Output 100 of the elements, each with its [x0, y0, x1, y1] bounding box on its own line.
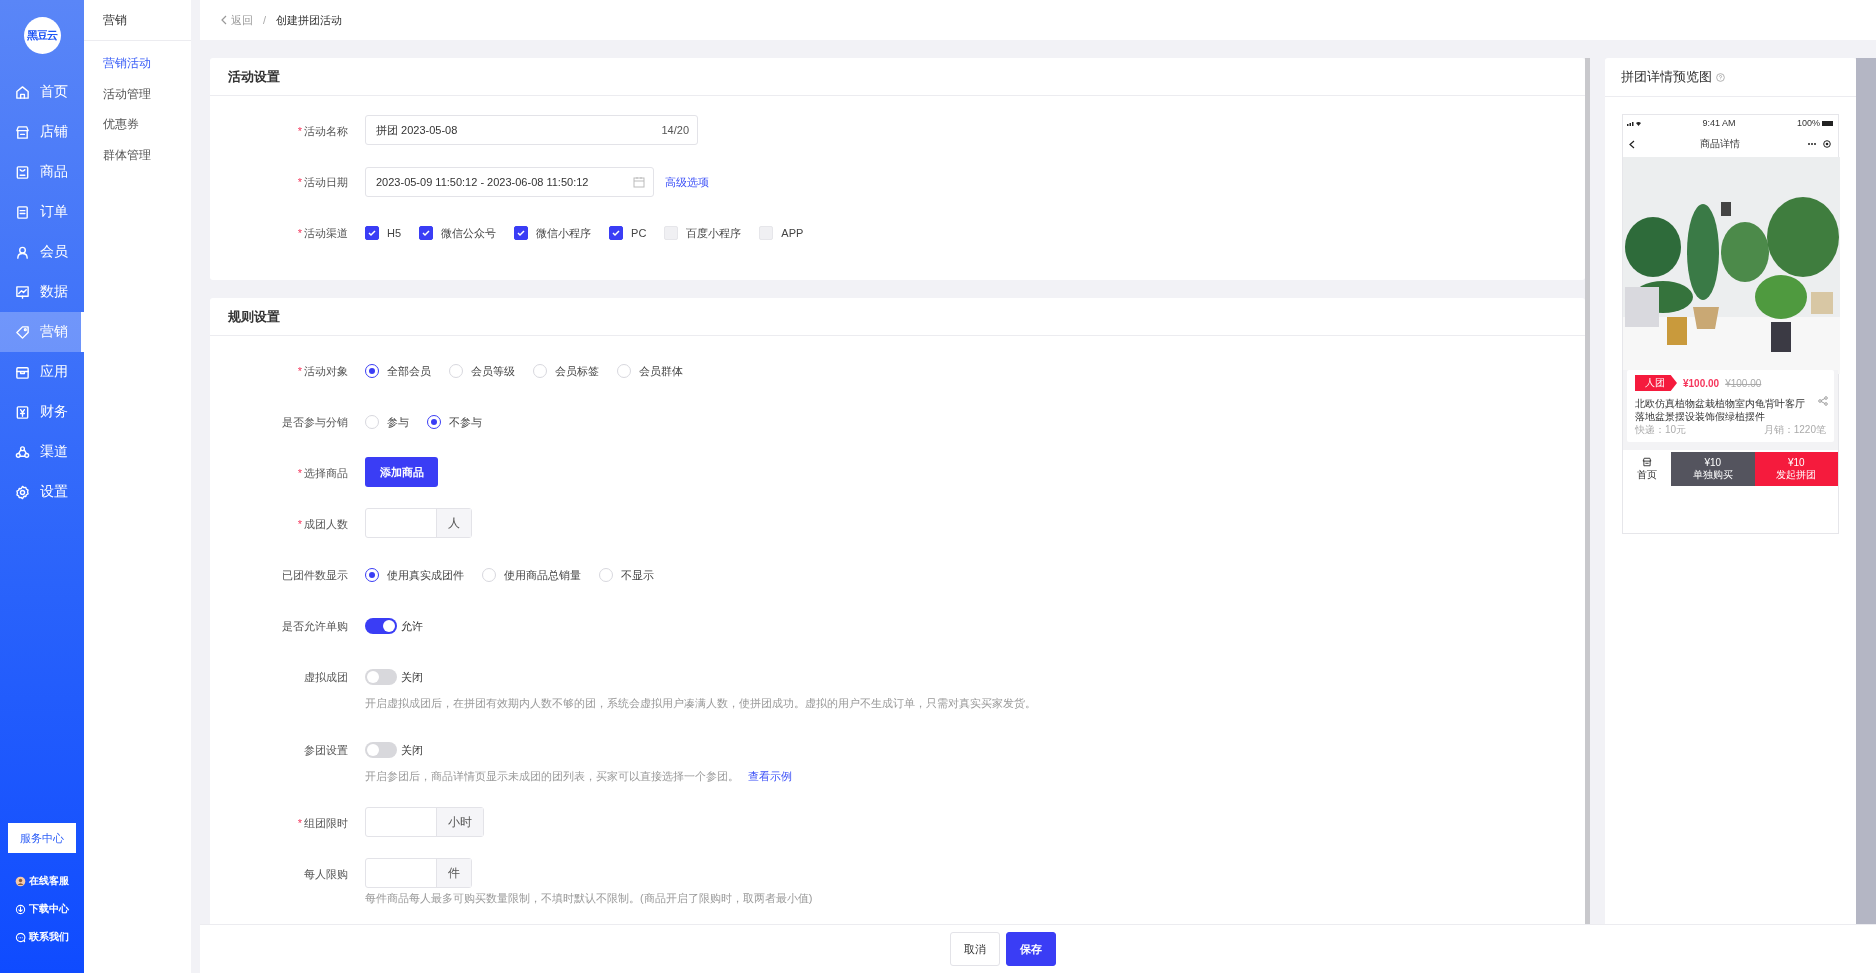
save-button[interactable]: 保存	[1006, 932, 1056, 966]
battery-icon	[1822, 120, 1834, 126]
toggle-state: 关闭	[401, 669, 423, 685]
nav-item[interactable]: 订单	[0, 192, 84, 232]
nav-item[interactable]: 首页	[0, 72, 84, 112]
nav-item[interactable]: 商品	[0, 152, 84, 192]
radio-option[interactable]: 全部会员	[365, 363, 431, 379]
field-label: 已团件数显示	[282, 569, 348, 581]
monthly-sales: 月销：1220笔	[1763, 423, 1826, 437]
store-icon	[15, 124, 30, 140]
nav-item[interactable]: 渠道	[0, 432, 84, 472]
cancel-button[interactable]: 取消	[950, 932, 1000, 966]
section-title: 规则设置	[228, 309, 280, 324]
checkbox-option[interactable]: 微信小程序	[514, 225, 592, 241]
original-price: ¥100.00	[1725, 377, 1762, 389]
nav-item[interactable]: 财务	[0, 392, 84, 432]
check-icon	[516, 228, 527, 238]
radio-option[interactable]: 使用商品总销量	[482, 567, 581, 583]
product-title: 北欧仿真植物盆栽植物室内龟背叶客厅落地盆景摆设装饰假绿植摆件	[1635, 397, 1806, 423]
number-input[interactable]: 小时	[365, 807, 484, 837]
logo: 黑豆云	[23, 17, 61, 54]
field-label: * 选择商品	[297, 467, 348, 479]
home-tab[interactable]: 首页	[1623, 452, 1671, 486]
section-title: 活动设置	[228, 69, 280, 84]
example-link[interactable]: 查看示例	[748, 770, 793, 782]
scrollbar[interactable]	[1585, 58, 1590, 924]
help-text: 每件商品每人最多可购买数量限制，不填时默认不限制。(商品开启了限购时，取两者最小值)	[365, 891, 813, 905]
breadcrumb-current: 创建拼团活动	[276, 12, 343, 28]
breadcrumb-separator: /	[263, 14, 267, 26]
join-badge: 人团	[1635, 375, 1677, 391]
avatar-icon	[15, 875, 26, 887]
nav-item[interactable]: 数据	[0, 272, 84, 312]
nav-item[interactable]: 店铺	[0, 112, 84, 152]
phone-nav-title: 商品详情	[1699, 137, 1740, 151]
toggle-switch[interactable]	[365, 742, 397, 758]
tag-icon	[15, 324, 30, 340]
help-text: 开启参团后，商品详情页显示未成团的团列表，买家可以直接选择一个参团。 查看示例	[365, 769, 793, 783]
help-text: 开启虚拟成团后，在拼团有效期内人数不够的团，系统会虚拟用户凑满人数，使拼团成功。虚拟的用户不生成订单，只需对真实买家发货。	[365, 696, 1036, 710]
radio-option[interactable]: 不参与	[427, 414, 482, 430]
status-time: 9:41 AM	[1702, 118, 1736, 128]
field-label: * 活动名称	[297, 125, 348, 137]
number-input[interactable]: 件	[365, 858, 472, 888]
footer-link[interactable]: 联系我们	[0, 923, 84, 951]
help-icon	[1716, 72, 1725, 82]
radio-option[interactable]: 会员标签	[533, 363, 599, 379]
back-icon[interactable]	[1629, 139, 1635, 149]
signal-icon	[1627, 120, 1641, 126]
field-label: * 成团人数	[297, 518, 348, 530]
checkbox-option[interactable]: 百度小程序	[664, 225, 742, 241]
check-icon	[611, 228, 622, 238]
checkbox-option[interactable]: H5	[365, 226, 402, 240]
store-icon	[1642, 456, 1652, 467]
check-icon	[421, 228, 432, 238]
checkbox-option[interactable]: PC	[609, 226, 647, 240]
chat-icon	[15, 931, 26, 943]
check-icon	[367, 228, 377, 238]
add-product-button[interactable]: 添加商品	[365, 457, 438, 487]
submenu-item[interactable]: 优惠券	[103, 117, 139, 131]
radio-option[interactable]: 不显示	[599, 567, 654, 583]
radio-option[interactable]: 会员等级	[449, 363, 515, 379]
radio-option[interactable]: 参与	[365, 414, 409, 430]
checkbox-option[interactable]: APP	[759, 226, 804, 240]
field-label: * 组团限时	[297, 817, 348, 829]
toggle-state: 允许	[401, 618, 423, 634]
start-group-button[interactable]: ¥10 发起拼团	[1754, 452, 1838, 486]
submenu-item[interactable]: 群体管理	[103, 147, 151, 162]
shipping-fee: 快递：10元	[1635, 423, 1687, 437]
settings-icon	[15, 484, 30, 500]
calendar-icon	[633, 176, 645, 188]
footer-link[interactable]: 下载中心	[0, 895, 84, 923]
name-input[interactable]: 拼团 2023-05-08 14/20	[365, 115, 698, 145]
advanced-options-link[interactable]: 高级选项	[665, 174, 709, 190]
nav-item[interactable]: 会员	[0, 232, 84, 272]
service-center-button[interactable]: 服务中心	[8, 823, 76, 853]
submenu-item[interactable]: 营销活动	[103, 56, 151, 70]
nav-item[interactable]: 设置	[0, 472, 84, 512]
home-icon	[15, 84, 30, 100]
date-range-input[interactable]: 2023-05-09 11:50:12 - 2023-06-08 11:50:12	[365, 167, 654, 197]
scrollbar[interactable]	[1856, 58, 1876, 924]
field-label: * 活动渠道	[297, 227, 348, 239]
field-label: * 活动日期	[297, 176, 348, 188]
checkbox-option[interactable]: 微信公众号	[419, 225, 497, 241]
footer-link[interactable]: 在线客服	[0, 867, 84, 895]
people-icon	[15, 444, 30, 460]
buy-alone-button[interactable]: ¥10 单独购买	[1671, 452, 1755, 486]
clipboard-icon	[15, 164, 30, 180]
field-label: * 活动对象	[297, 365, 348, 377]
toggle-switch[interactable]	[365, 618, 397, 634]
field-label: 是否参与分销	[282, 416, 348, 428]
submenu-item[interactable]: 活动管理	[103, 86, 151, 101]
number-input[interactable]: 人	[365, 508, 472, 538]
toggle-switch[interactable]	[365, 669, 397, 685]
toggle-state: 关闭	[401, 742, 423, 758]
nav-item[interactable]: 应用	[0, 352, 84, 392]
document-icon	[15, 204, 30, 220]
radio-option[interactable]: 使用真实成团件	[365, 567, 464, 583]
field-label: 每人限购	[304, 868, 348, 880]
share-icon[interactable]	[1818, 396, 1828, 406]
radio-option[interactable]: 会员群体	[617, 363, 683, 379]
submenu-title: 营销	[103, 13, 127, 27]
